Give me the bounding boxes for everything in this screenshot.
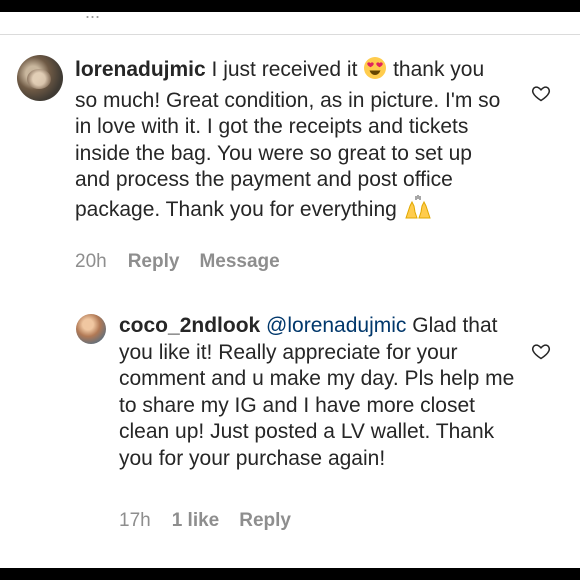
previous-comment-sliver: ... — [0, 12, 580, 32]
comment-body: lorenadujmic I just received it thank yo… — [75, 56, 505, 227]
reply-body: coco_2ndlook @lorenadujmic Glad that you… — [119, 313, 519, 472]
comment-meta: 20h Reply Message — [75, 251, 300, 273]
comment-text: I just received it — [205, 58, 364, 81]
reply-button[interactable]: Reply — [128, 251, 180, 272]
reply-username[interactable]: coco_2ndlook — [119, 314, 260, 337]
avatar[interactable] — [76, 314, 106, 344]
heart-eyes-emoji-icon — [363, 56, 387, 88]
message-button[interactable]: Message — [199, 251, 279, 272]
comment-username[interactable]: lorenadujmic — [75, 58, 206, 81]
likes-count[interactable]: 1 like — [172, 510, 220, 531]
reply-time: 17h — [119, 510, 151, 531]
comment-text-continued: thank you so much! Great condition, as i… — [75, 58, 501, 221]
reply-text: Glad that you like it! Really appreciate… — [119, 314, 515, 470]
divider — [0, 34, 580, 35]
raising-hands-emoji-icon — [403, 194, 433, 228]
comments-screen: ... lorenadujmic I just received it than… — [0, 12, 580, 568]
truncated-text: ... — [85, 12, 101, 22]
reply-button[interactable]: Reply — [239, 510, 291, 531]
reply-meta: 17h 1 like Reply — [119, 510, 311, 532]
mention-link[interactable]: @lorenadujmic — [266, 314, 406, 337]
avatar[interactable] — [17, 55, 63, 101]
like-heart-icon[interactable] — [531, 341, 551, 361]
comment-time: 20h — [75, 251, 107, 272]
like-heart-icon[interactable] — [531, 83, 551, 103]
